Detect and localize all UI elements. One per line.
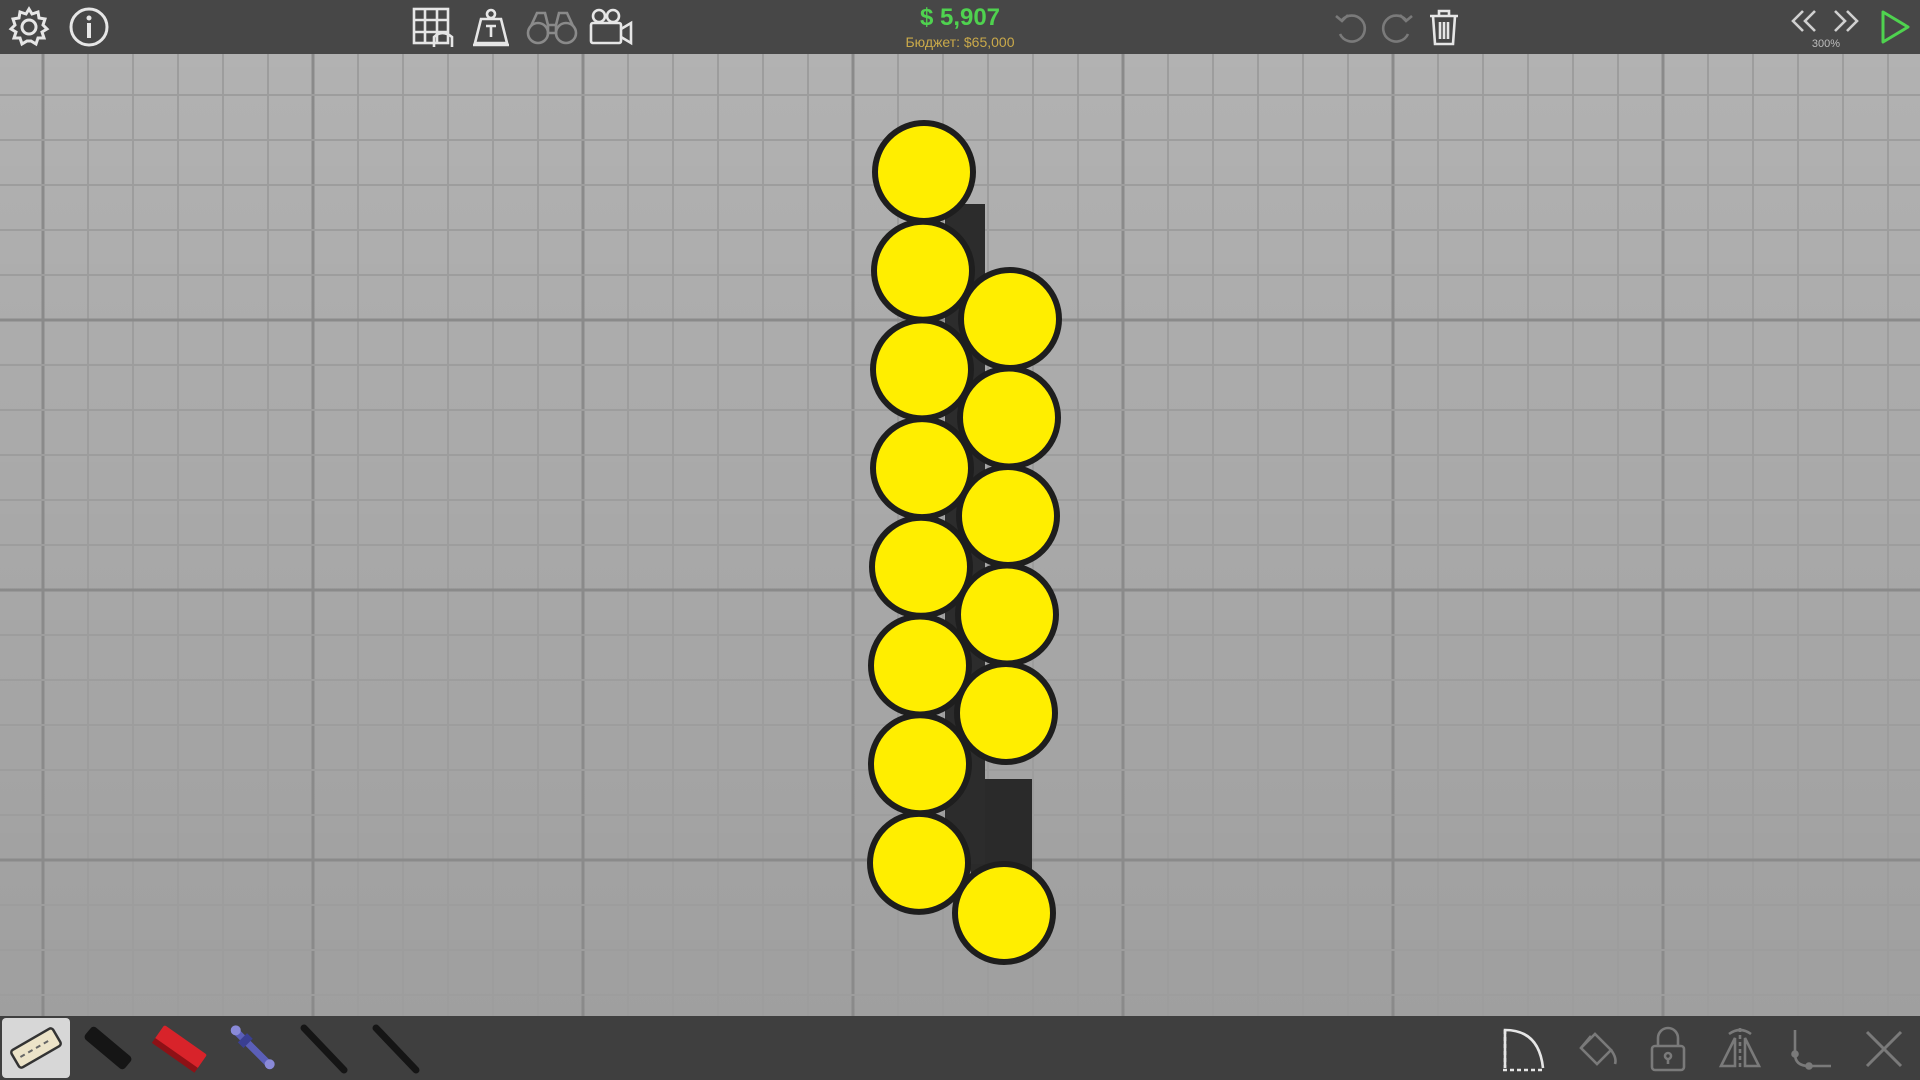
fast-forward-icon[interactable] [1828,4,1864,38]
joint-node[interactable] [868,613,972,718]
mirror-icon[interactable] [1712,1022,1768,1076]
joint-node[interactable] [870,416,974,521]
material-reinforced-road-icon[interactable] [74,1018,142,1078]
spline-icon[interactable] [1784,1022,1840,1076]
bottom-toolbar [0,1016,1920,1080]
joint-node[interactable] [955,562,1059,667]
material-hydraulic-icon[interactable] [218,1018,286,1078]
grid-icon[interactable] [408,4,458,50]
joint-node[interactable] [868,712,972,817]
material-steel-beam-icon[interactable] [146,1018,214,1078]
play-icon[interactable] [1872,4,1916,50]
material-cable-icon[interactable] [362,1018,430,1078]
build-canvas[interactable] [0,54,1920,1016]
joint-node[interactable] [869,514,973,619]
redo-icon[interactable] [1374,6,1418,50]
joint-node[interactable] [957,365,1061,470]
joint-node[interactable] [867,810,971,915]
material-rope-icon[interactable] [290,1018,358,1078]
joint-node[interactable] [954,661,1058,765]
bridge-structure [867,120,1062,965]
joint-node[interactable] [952,861,1056,965]
money-display: $ 5,907 [919,4,1001,31]
joint-node[interactable] [956,464,1060,568]
info-icon[interactable] [64,4,114,50]
arc-tool-icon[interactable] [1496,1022,1552,1076]
joint-node[interactable] [870,317,974,422]
video-camera-icon[interactable] [586,4,636,50]
paint-bucket-icon[interactable] [1568,1022,1624,1076]
undo-icon[interactable] [1330,6,1374,50]
lock-icon[interactable] [1640,1022,1696,1076]
top-toolbar: $ 5,907 Бюджет: $65,000 300% [0,0,1920,54]
budget-label: Бюджет: $65,000 [905,34,1015,50]
weight-icon[interactable] [466,4,516,50]
gear-icon[interactable] [4,4,54,50]
joint-node[interactable] [958,267,1062,371]
close-icon[interactable] [1856,1022,1912,1076]
material-road-icon[interactable] [2,1018,70,1078]
joint-node[interactable] [872,120,976,224]
rewind-icon[interactable] [1786,4,1822,38]
zoom-level: 300% [1811,38,1841,50]
trash-icon[interactable] [1422,4,1466,50]
binoculars-icon[interactable] [524,4,580,50]
joint-node[interactable] [871,218,975,323]
